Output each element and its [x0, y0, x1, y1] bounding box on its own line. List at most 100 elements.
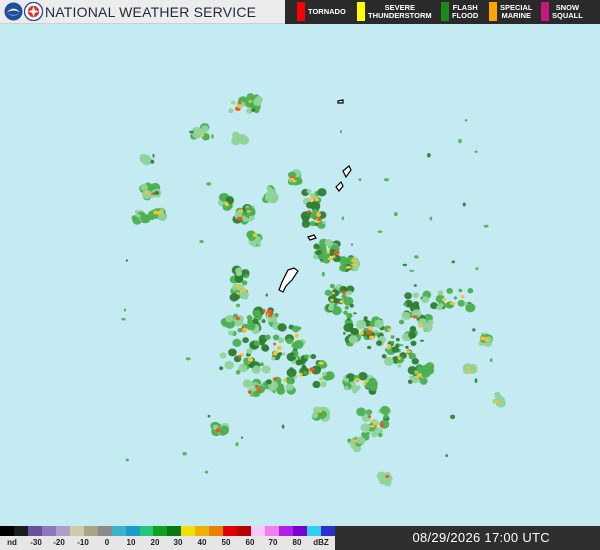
warning-label: FLASH FLOOD [452, 0, 478, 24]
reflectivity-scale-labels: nd -30 -20 -10 0 10 20 30 40 50 60 70 80 dBZ [0, 537, 335, 550]
radar-echo [189, 130, 194, 134]
radar-echo [248, 100, 252, 103]
radar-echo [207, 414, 211, 418]
radar-echo [266, 379, 272, 385]
radar-echo [369, 383, 378, 392]
scale-color-step [306, 526, 321, 536]
radar-echo [457, 299, 465, 307]
radar-echo [327, 242, 331, 246]
radar-echo [475, 267, 479, 271]
radar-echo [140, 183, 149, 191]
radar-echo [244, 273, 248, 278]
radar-echo [352, 439, 358, 443]
radar-echo [204, 470, 209, 474]
radar-echo [241, 288, 248, 292]
scale-color-step [181, 526, 196, 536]
radar-echo [331, 291, 335, 295]
scale-color-step [69, 526, 84, 536]
radar-echo [356, 436, 365, 445]
radar-echo [236, 292, 240, 295]
radar-echo [230, 100, 236, 105]
radar-echo [144, 190, 149, 195]
radar-echo [418, 324, 422, 328]
radar-map[interactable] [0, 24, 600, 526]
radar-echo [324, 289, 332, 296]
radar-echo [268, 313, 273, 318]
scale-color-step [41, 526, 56, 536]
radar-echo [352, 265, 359, 272]
scale-color-step [293, 526, 307, 536]
radar-echo [429, 216, 433, 221]
radar-echo [345, 265, 352, 269]
radar-echo [350, 243, 354, 246]
radar-echo [123, 308, 127, 312]
scale-color-step [153, 526, 168, 536]
radar-echo [219, 352, 227, 359]
radar-echo [369, 335, 375, 340]
scale-label: -30 [30, 538, 42, 547]
radar-echo [409, 269, 415, 272]
radar-echo [365, 409, 373, 415]
radar-echo [291, 341, 300, 349]
radar-echo [255, 384, 259, 389]
radar-echo [387, 328, 392, 332]
radar-echo [381, 354, 387, 359]
radar-echo [255, 95, 263, 104]
radar-echo [259, 362, 264, 367]
radar-echo [242, 379, 253, 388]
radar-echo [277, 337, 285, 344]
radar-echo [370, 431, 378, 438]
radar-echo [256, 241, 261, 246]
radar-echo [283, 378, 287, 382]
radar-echo [206, 182, 212, 186]
radar-echo [136, 214, 141, 218]
radar-echo [199, 240, 204, 244]
radar-echo [421, 296, 430, 304]
scale-label: 60 [245, 538, 255, 547]
radar-echo [343, 323, 354, 333]
radar-echo [238, 209, 244, 213]
radar-echo [316, 212, 321, 217]
scale-color-step [139, 526, 154, 536]
radar-echo [390, 335, 395, 339]
radar-echo [341, 216, 345, 221]
radar-echo [327, 257, 334, 261]
radar-echo [339, 129, 342, 134]
radar-echo [467, 369, 472, 374]
ocean-background [0, 24, 600, 526]
radar-echo [235, 442, 239, 447]
radar-echo [332, 254, 336, 259]
radar-echo [310, 354, 317, 360]
radar-echo [154, 191, 160, 195]
radar-echo [410, 340, 417, 347]
warning-label: SEVERE THUNDERSTORM [368, 0, 432, 24]
radar-echo [200, 133, 204, 137]
radar-echo [266, 186, 273, 192]
radar-echo [347, 290, 353, 296]
radar-echo [412, 315, 419, 319]
radar-echo [353, 312, 357, 315]
radar-echo [237, 105, 243, 109]
nws-header: NATIONAL WEATHER SERVICE [0, 0, 285, 24]
scale-color-step [83, 526, 98, 536]
radar-echo [282, 352, 286, 356]
radar-echo [363, 316, 368, 321]
radar-echo [464, 119, 468, 122]
radar-echo [348, 335, 358, 344]
radar-echo [242, 337, 249, 344]
radar-echo [261, 344, 270, 352]
scale-label: -20 [53, 538, 65, 547]
radar-echo [354, 377, 360, 382]
scale-label: nd [7, 538, 17, 547]
radar-echo [285, 337, 293, 344]
scale-color-step [320, 526, 335, 536]
warning-color-swatch [489, 2, 497, 21]
radar-echo [441, 297, 447, 302]
radar-echo [467, 288, 474, 294]
radar-echo [266, 309, 273, 314]
radar-echo [368, 414, 372, 419]
radar-echo [303, 370, 308, 375]
radar-echo [272, 377, 278, 381]
radar-echo [271, 356, 276, 361]
radar-echo [251, 108, 256, 112]
